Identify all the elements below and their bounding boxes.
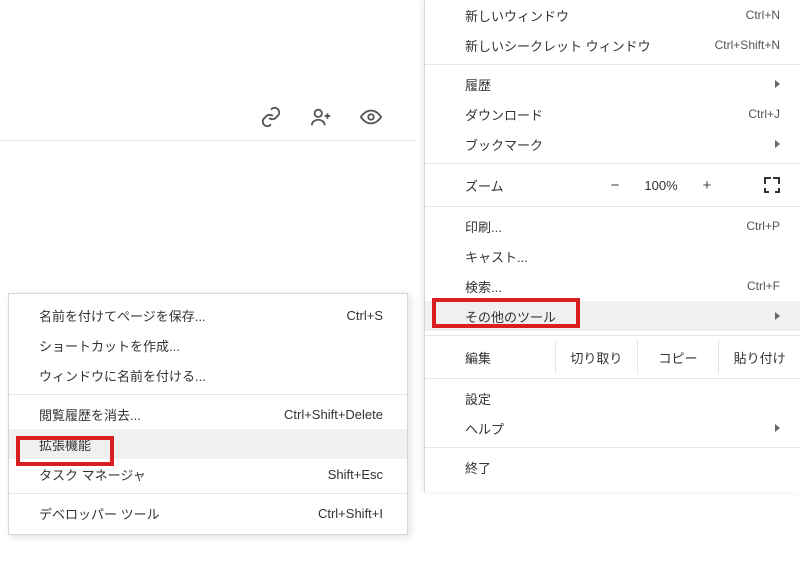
menu-print[interactable]: 印刷... Ctrl+P xyxy=(425,211,800,241)
submenu-shortcut: Ctrl+Shift+Delete xyxy=(284,407,383,422)
edit-label: 編集 xyxy=(465,348,555,367)
menu-settings[interactable]: 設定 xyxy=(425,383,800,413)
submenu-name-window[interactable]: ウィンドウに名前を付ける... xyxy=(9,360,407,390)
submenu-dev-tools[interactable]: デベロッパー ツール Ctrl+Shift+I xyxy=(9,498,407,528)
menu-label: 検索... xyxy=(465,277,747,296)
menu-new-window[interactable]: 新しいウィンドウ Ctrl+N xyxy=(425,0,800,30)
menu-separator xyxy=(425,447,800,448)
menu-shortcut: Ctrl+J xyxy=(748,107,780,121)
menu-label: ブックマーク xyxy=(465,135,771,154)
menu-find[interactable]: 検索... Ctrl+F xyxy=(425,271,800,301)
eye-icon[interactable] xyxy=(360,106,382,128)
submenu-label: 閲覧履歴を消去... xyxy=(39,405,141,424)
menu-label: 終了 xyxy=(465,458,780,477)
submenu-label: 名前を付けてページを保存... xyxy=(39,306,206,325)
zoom-out-button[interactable]: − xyxy=(595,177,635,194)
toolbar-divider xyxy=(0,140,415,141)
menu-downloads[interactable]: ダウンロード Ctrl+J xyxy=(425,99,800,129)
menu-new-incognito[interactable]: 新しいシークレット ウィンドウ Ctrl+Shift+N xyxy=(425,30,800,60)
menu-cast[interactable]: キャスト... xyxy=(425,241,800,271)
submenu-shortcut: Ctrl+Shift+I xyxy=(318,506,383,521)
menu-label: 設定 xyxy=(465,389,780,408)
link-icon[interactable] xyxy=(260,106,282,128)
menu-separator xyxy=(9,493,407,494)
toolbar-icons xyxy=(260,106,382,128)
menu-bookmarks[interactable]: ブックマーク xyxy=(425,129,800,159)
menu-separator xyxy=(425,378,800,379)
menu-separator xyxy=(425,64,800,65)
submenu-label: 拡張機能 xyxy=(39,435,91,454)
menu-label: 印刷... xyxy=(465,217,746,236)
submenu-shortcut: Ctrl+S xyxy=(347,308,383,323)
menu-separator xyxy=(425,206,800,207)
menu-shortcut: Ctrl+Shift+N xyxy=(715,38,780,52)
other-tools-submenu: 名前を付けてページを保存... Ctrl+S ショートカットを作成... ウィン… xyxy=(8,293,408,535)
edit-copy-button[interactable]: コピー xyxy=(637,340,719,374)
menu-shortcut: Ctrl+N xyxy=(746,8,780,22)
menu-label: ダウンロード xyxy=(465,105,748,124)
menu-separator xyxy=(425,335,800,336)
menu-label: キャスト... xyxy=(465,247,780,266)
submenu-clear-browsing[interactable]: 閲覧履歴を消去... Ctrl+Shift+Delete xyxy=(9,399,407,429)
zoom-in-button[interactable]: + xyxy=(687,177,727,194)
submenu-task-manager[interactable]: タスク マネージャ Shift+Esc xyxy=(9,459,407,489)
add-person-icon[interactable] xyxy=(310,106,332,128)
submenu-label: タスク マネージャ xyxy=(39,465,146,484)
menu-edit-row: 編集 切り取り コピー 貼り付け xyxy=(425,340,800,374)
menu-label: 新しいシークレット ウィンドウ xyxy=(465,36,715,55)
submenu-save-page[interactable]: 名前を付けてページを保存... Ctrl+S xyxy=(9,300,407,330)
submenu-label: ショートカットを作成... xyxy=(39,336,180,355)
menu-other-tools[interactable]: その他のツール xyxy=(425,301,800,331)
menu-help[interactable]: ヘルプ xyxy=(425,413,800,443)
submenu-extensions[interactable]: 拡張機能 xyxy=(9,429,407,459)
edit-cut-button[interactable]: 切り取り xyxy=(555,340,637,374)
menu-zoom: ズーム − 100% + xyxy=(425,168,800,202)
menu-separator xyxy=(425,163,800,164)
zoom-label: ズーム xyxy=(465,176,595,195)
submenu-create-shortcut[interactable]: ショートカットを作成... xyxy=(9,330,407,360)
submenu-shortcut: Shift+Esc xyxy=(328,467,383,482)
fullscreen-icon[interactable] xyxy=(764,177,780,193)
zoom-value: 100% xyxy=(635,178,687,193)
submenu-label: ウィンドウに名前を付ける... xyxy=(39,366,206,385)
menu-label: ヘルプ xyxy=(465,419,771,438)
menu-exit[interactable]: 終了 xyxy=(425,452,800,482)
menu-label: その他のツール xyxy=(465,307,771,326)
chrome-main-menu: 新しいウィンドウ Ctrl+N 新しいシークレット ウィンドウ Ctrl+Shi… xyxy=(424,0,800,492)
menu-label: 新しいウィンドウ xyxy=(465,6,746,25)
menu-label: 履歴 xyxy=(465,75,771,94)
menu-separator xyxy=(9,394,407,395)
menu-shortcut: Ctrl+F xyxy=(747,279,780,293)
menu-shortcut: Ctrl+P xyxy=(746,219,780,233)
edit-paste-button[interactable]: 貼り付け xyxy=(718,340,800,374)
menu-history[interactable]: 履歴 xyxy=(425,69,800,99)
submenu-label: デベロッパー ツール xyxy=(39,504,160,523)
